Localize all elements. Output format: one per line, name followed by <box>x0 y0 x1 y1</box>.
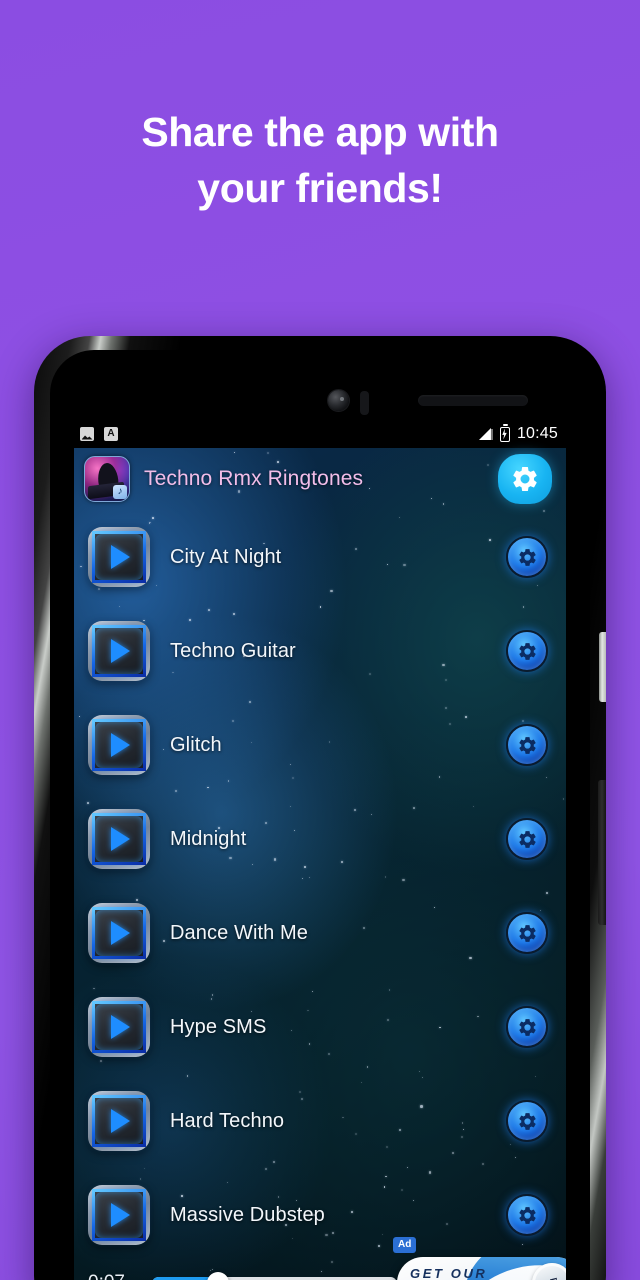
status-bar-notifications: A <box>80 427 118 441</box>
ringtone-row[interactable]: Hype SMS <box>74 980 566 1074</box>
front-camera-icon <box>328 390 349 411</box>
gear-icon <box>518 642 536 660</box>
ringtone-options-button[interactable] <box>506 1194 548 1236</box>
phone-screen: A 10:45 ♪ Techno Rmx Ringtones City At N… <box>74 420 566 1280</box>
ringtone-row[interactable]: Midnight <box>74 792 566 886</box>
ringtone-options-button[interactable] <box>506 818 548 860</box>
play-icon <box>111 1109 130 1133</box>
gear-icon <box>518 1206 536 1224</box>
play-icon <box>111 1203 130 1227</box>
page-title: Techno Rmx Ringtones <box>144 467 364 490</box>
play-button[interactable] <box>88 903 150 963</box>
promo-headline: Share the app with your friends! <box>0 104 640 216</box>
gear-icon <box>518 548 536 566</box>
player-bar: 0:07 Ad GET OUR RINGTONES <box>74 1237 566 1280</box>
signal-bars-icon <box>479 428 493 440</box>
play-button-face <box>92 625 146 677</box>
gear-icon <box>513 467 537 491</box>
earpiece-speaker-icon <box>418 395 528 406</box>
ringtone-options-button[interactable] <box>506 536 548 578</box>
ringtone-options-button[interactable] <box>506 724 548 766</box>
play-button[interactable] <box>88 1185 150 1245</box>
play-button[interactable] <box>88 621 150 681</box>
ringtone-row[interactable]: Hard Techno <box>74 1074 566 1168</box>
ringtone-row[interactable]: Techno Guitar <box>74 604 566 698</box>
ringtone-title: Massive Dubstep <box>170 1203 325 1226</box>
play-button-face <box>92 719 146 771</box>
play-button-face <box>92 1189 146 1241</box>
app-content: ♪ Techno Rmx Ringtones City At Night Tech… <box>74 448 566 1280</box>
letter-a-icon: A <box>104 427 118 441</box>
app-bar: ♪ Techno Rmx Ringtones <box>74 448 566 510</box>
play-icon <box>111 639 130 663</box>
play-button[interactable] <box>88 527 150 587</box>
ringtone-title: Dance With Me <box>170 921 309 944</box>
promo-line-1: Share the app with <box>141 109 499 155</box>
settings-button[interactable] <box>498 454 552 504</box>
gear-icon <box>518 1112 536 1130</box>
ad-banner[interactable]: Ad GET OUR RINGTONES ♫ <box>393 1237 566 1280</box>
ringtone-title: Hype SMS <box>170 1015 267 1038</box>
ringtone-title: City At Night <box>170 545 282 568</box>
play-button[interactable] <box>88 809 150 869</box>
phone-device-inner: A 10:45 ♪ Techno Rmx Ringtones City At N… <box>50 350 590 1280</box>
seek-slider[interactable] <box>152 1272 397 1280</box>
play-button-face <box>92 1001 146 1053</box>
ringtone-row[interactable]: Massive Dubstep <box>74 1168 566 1262</box>
ringtone-options-button[interactable] <box>506 1006 548 1048</box>
play-button-face <box>92 1095 146 1147</box>
gear-icon <box>518 830 536 848</box>
play-button[interactable] <box>88 715 150 775</box>
play-icon <box>111 733 130 757</box>
play-button[interactable] <box>88 1091 150 1151</box>
play-button-face <box>92 907 146 959</box>
ad-badge: Ad <box>393 1237 417 1253</box>
ringtone-row[interactable]: Dance With Me <box>74 886 566 980</box>
ad-line-1: GET OUR <box>410 1266 488 1280</box>
play-button-face <box>92 813 146 865</box>
ringtone-list[interactable]: City At Night Techno Guitar Glitch Midnight… <box>74 510 566 1250</box>
phone-device-frame: A 10:45 ♪ Techno Rmx Ringtones City At N… <box>34 336 606 1280</box>
status-bar-clock: 10:45 <box>516 425 558 442</box>
ringtone-options-button[interactable] <box>506 630 548 672</box>
gear-icon <box>518 736 536 754</box>
ringtone-title: Hard Techno <box>170 1109 285 1132</box>
seek-thumb[interactable] <box>207 1272 230 1280</box>
ringtone-row[interactable]: City At Night <box>74 510 566 604</box>
power-button[interactable] <box>599 632 606 702</box>
elapsed-time: 0:07 <box>88 1272 146 1280</box>
gear-icon <box>518 924 536 942</box>
play-button[interactable] <box>88 997 150 1057</box>
status-bar-system: 10:45 <box>479 424 558 443</box>
ad-text: GET OUR RINGTONES <box>410 1267 516 1280</box>
proximity-sensor-icon <box>360 391 369 415</box>
ringtone-title: Midnight <box>170 827 247 850</box>
play-button-face <box>92 531 146 583</box>
status-bar: A 10:45 <box>74 420 566 448</box>
battery-charging-icon <box>499 424 510 442</box>
play-icon <box>111 827 130 851</box>
app-launcher-icon: ♪ <box>84 456 130 502</box>
ad-banner-pill[interactable]: GET OUR RINGTONES ♫ <box>397 1257 566 1280</box>
play-icon <box>111 545 130 569</box>
app-icon-music-note-icon: ♪ <box>113 485 127 499</box>
ringtone-options-button[interactable] <box>506 912 548 954</box>
promo-line-2: your friends! <box>197 165 443 212</box>
ringtone-title: Techno Guitar <box>170 639 296 662</box>
gear-icon <box>518 1018 536 1036</box>
play-icon <box>111 921 130 945</box>
ringtone-options-button[interactable] <box>506 1100 548 1142</box>
volume-rocker-button[interactable] <box>598 780 606 925</box>
ringtone-title: Glitch <box>170 733 222 756</box>
screenshot-icon <box>80 427 94 441</box>
ringtone-row[interactable]: Glitch <box>74 698 566 792</box>
play-icon <box>111 1015 130 1039</box>
